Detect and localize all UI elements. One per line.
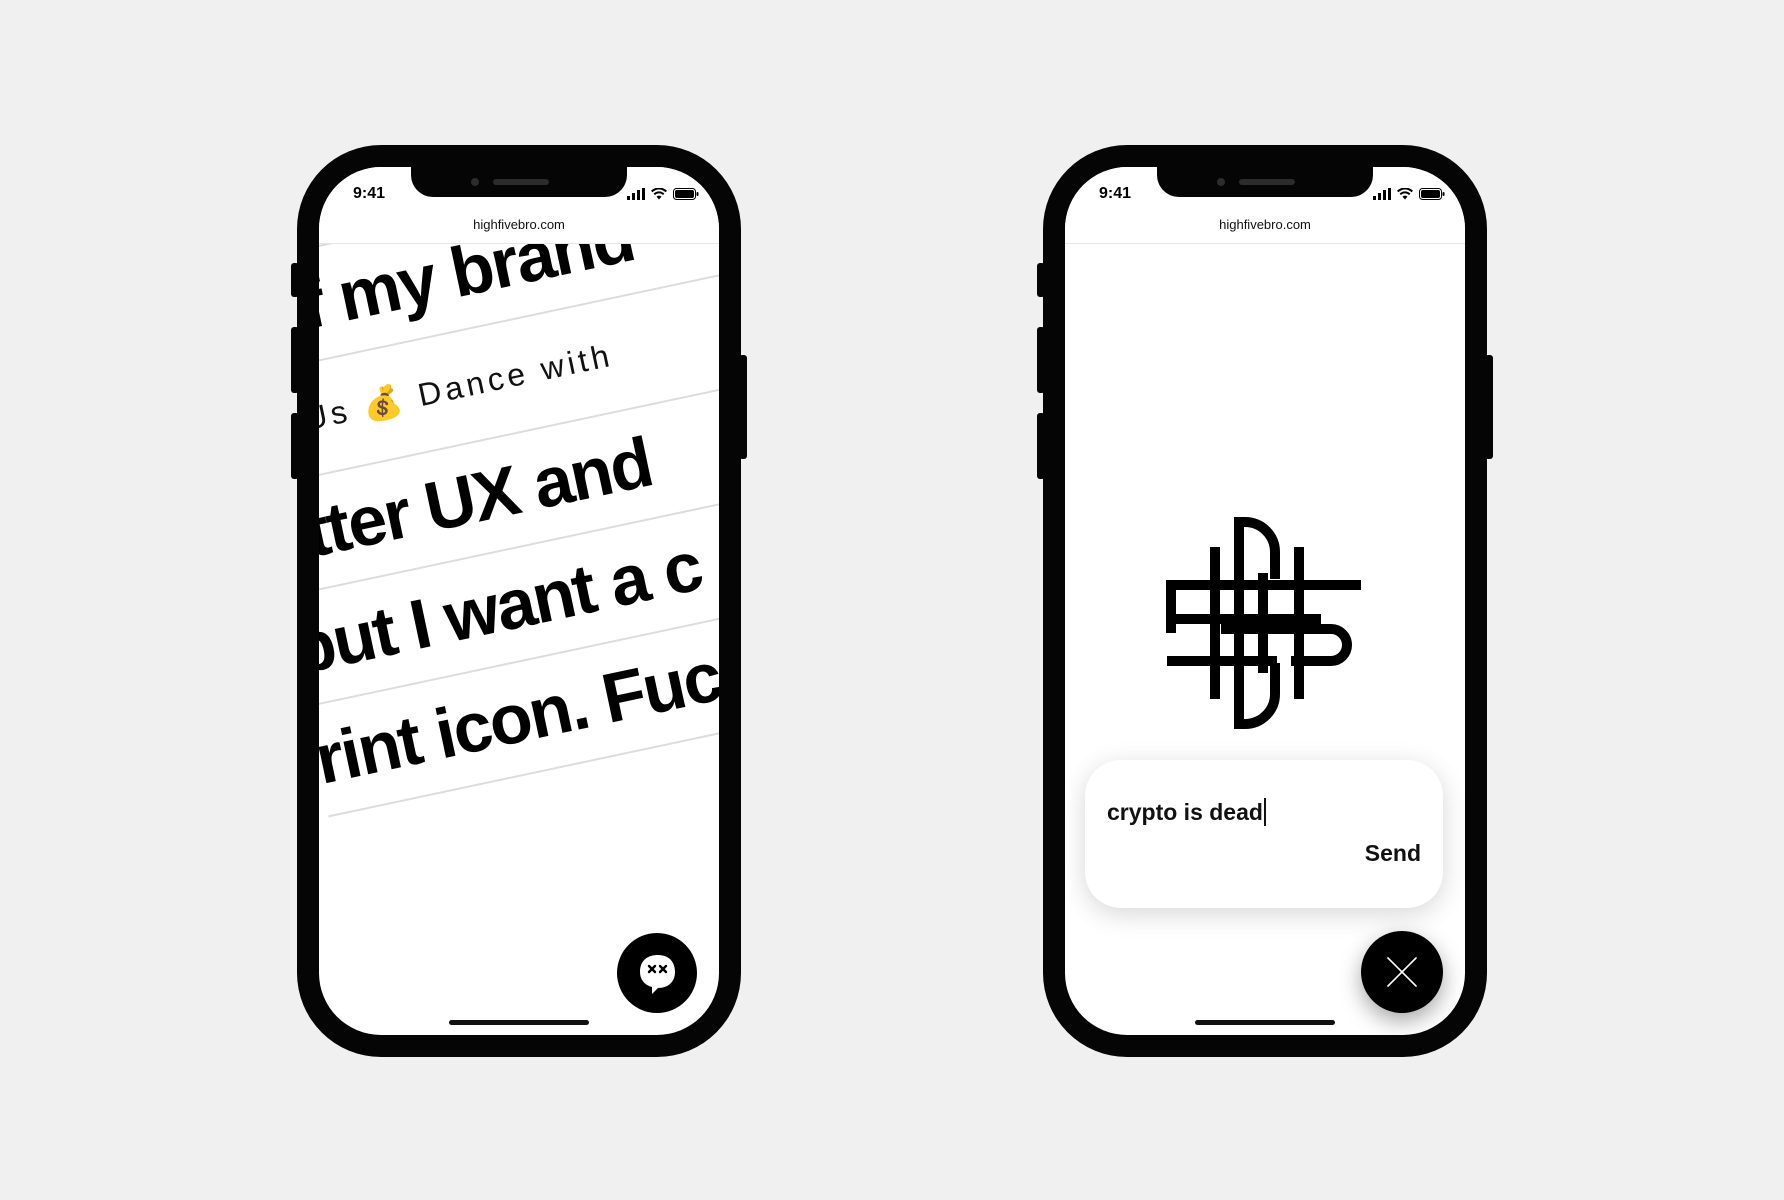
signal-icon [1373,188,1391,200]
home-indicator[interactable] [449,1020,589,1025]
url-text: highfivebro.com [473,217,565,232]
address-bar[interactable]: highfivebro.com [319,213,719,244]
silent-switch [1037,263,1045,297]
notch [1157,167,1373,197]
close-button[interactable] [1361,931,1443,1013]
volume-up-button [1037,327,1045,393]
message-input-value: crypto is dead [1107,799,1263,825]
phone-right: 9:41 highfivebro.com crypto is dead Send [1037,145,1493,1057]
home-indicator[interactable] [1195,1020,1335,1025]
phone-left: 9:41 highfivebro.com t of my brand ith U… [291,145,747,1057]
phone-screen: 9:41 highfivebro.com crypto is dead Send [1065,167,1465,1035]
message-input[interactable]: crypto is dead [1107,798,1266,826]
close-icon [1387,957,1417,987]
chat-bubble-dead-face-icon [640,955,675,994]
power-button [1485,355,1493,459]
volume-down-button [1037,413,1045,479]
status-time: 9:41 [353,185,386,202]
interlaced-b-monogram-logo [1166,517,1361,729]
status-time: 9:41 [1099,185,1132,202]
wifi-icon [1397,188,1413,200]
send-button[interactable]: Send [1365,840,1421,867]
scrolling-ticker: t of my brand ith Us 💰 Dance with etter … [319,167,719,1035]
volume-up-button [291,327,299,393]
text-caret [1263,798,1266,826]
silent-switch [291,263,299,297]
signal-icon [627,188,645,200]
address-bar[interactable]: highfivebro.com [1065,213,1465,244]
url-text: highfivebro.com [1219,217,1311,232]
wifi-icon [651,188,667,200]
battery-icon [673,188,699,200]
battery-icon [1419,188,1445,200]
status-icons [1373,188,1445,200]
chat-button[interactable] [617,933,697,1013]
notch [411,167,627,197]
volume-down-button [291,413,299,479]
message-composer: crypto is dead Send [1085,760,1443,908]
phone-screen: 9:41 highfivebro.com t of my brand ith U… [319,167,719,1035]
power-button [739,355,747,459]
status-icons [627,188,699,200]
